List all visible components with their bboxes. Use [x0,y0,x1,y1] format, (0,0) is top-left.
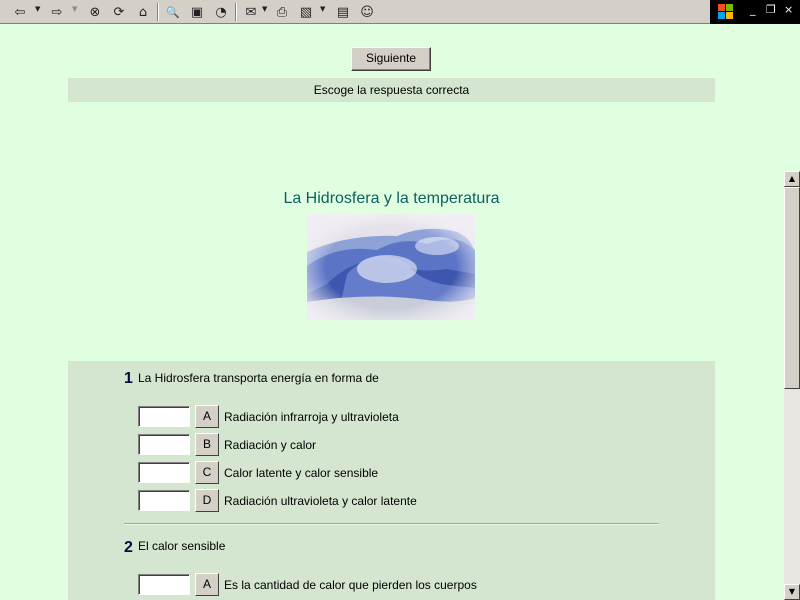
forward-dropdown-icon[interactable]: ▼ [72,5,77,13]
instruction-text: Escoge la respuesta correcta [313,83,470,97]
answer-button-c[interactable]: C [195,461,219,484]
vertical-scrollbar[interactable]: ▲ ▼ [784,171,800,600]
search-icon[interactable]: 🔍 [163,3,183,21]
favorites-icon[interactable]: ▣ [187,3,207,21]
stop-icon[interactable]: ⊗ [85,3,105,21]
refresh-icon[interactable]: ⟳ [109,3,129,21]
mail-dropdown-icon[interactable]: ▼ [262,5,267,13]
answer-button-a[interactable]: A [195,573,219,596]
answer-input[interactable] [138,490,190,511]
print-icon[interactable]: ⎙ [272,3,292,21]
ocean-wave-image [307,214,475,320]
question-number: 2 [124,539,133,556]
toolbar-separator [235,3,237,21]
home-icon[interactable]: ⌂ [133,3,153,21]
browser-toolbar: ⇦ ▼ ⇨ ▼ ⊗ ⟳ ⌂ 🔍 ▣ ◔ ✉ ▼ ⎙ ▧ ▼ ▤ ☺ _ ❐ × [0,0,800,24]
minimize-icon[interactable]: _ [750,3,756,16]
answer-input[interactable] [138,434,190,455]
answer-input[interactable] [138,406,190,427]
discuss-icon[interactable]: ▤ [333,3,353,21]
answer-text: Radiación ultravioleta y calor latente [224,494,417,508]
answer-text: Radiación y calor [224,438,317,452]
window-controls-area: _ ❐ × [710,0,800,24]
answer-text: Es la cantidad de calor que pierden los … [224,578,477,592]
history-icon[interactable]: ◔ [211,3,231,21]
question-number: 1 [124,370,133,387]
question-divider [124,523,659,525]
answer-text: Calor latente y calor sensible [224,466,379,480]
restore-icon[interactable]: ❐ [766,3,776,16]
answer-button-b[interactable]: B [195,433,219,456]
back-icon[interactable]: ⇦ [10,3,30,21]
answer-text: Radiación infrarroja y ultravioleta [224,410,399,424]
scroll-down-arrow-icon[interactable]: ▼ [784,584,800,600]
question-text: La Hidrosfera transporta energía en form… [138,371,379,385]
forward-icon[interactable]: ⇨ [47,3,67,21]
instruction-bar: Escoge la respuesta correcta [68,78,715,102]
next-button[interactable]: Siguiente [351,47,431,71]
scroll-up-arrow-icon[interactable]: ▲ [784,171,800,187]
toolbar-separator [157,3,159,21]
answer-input[interactable] [138,462,190,483]
close-icon[interactable]: × [784,3,793,16]
answer-button-d[interactable]: D [195,489,219,512]
back-dropdown-icon[interactable]: ▼ [35,5,40,13]
page-title: La Hidrosfera y la temperatura [283,190,500,207]
scrollbar-thumb[interactable] [784,187,800,389]
answer-input[interactable] [138,574,190,595]
messenger-icon[interactable]: ☺ [357,3,377,21]
answer-button-a[interactable]: A [195,405,219,428]
mail-icon[interactable]: ✉ [241,3,261,21]
edit-icon[interactable]: ▧ [296,3,316,21]
windows-logo-icon [718,4,734,20]
edit-dropdown-icon[interactable]: ▼ [320,5,325,13]
question-text: El calor sensible [138,539,226,553]
